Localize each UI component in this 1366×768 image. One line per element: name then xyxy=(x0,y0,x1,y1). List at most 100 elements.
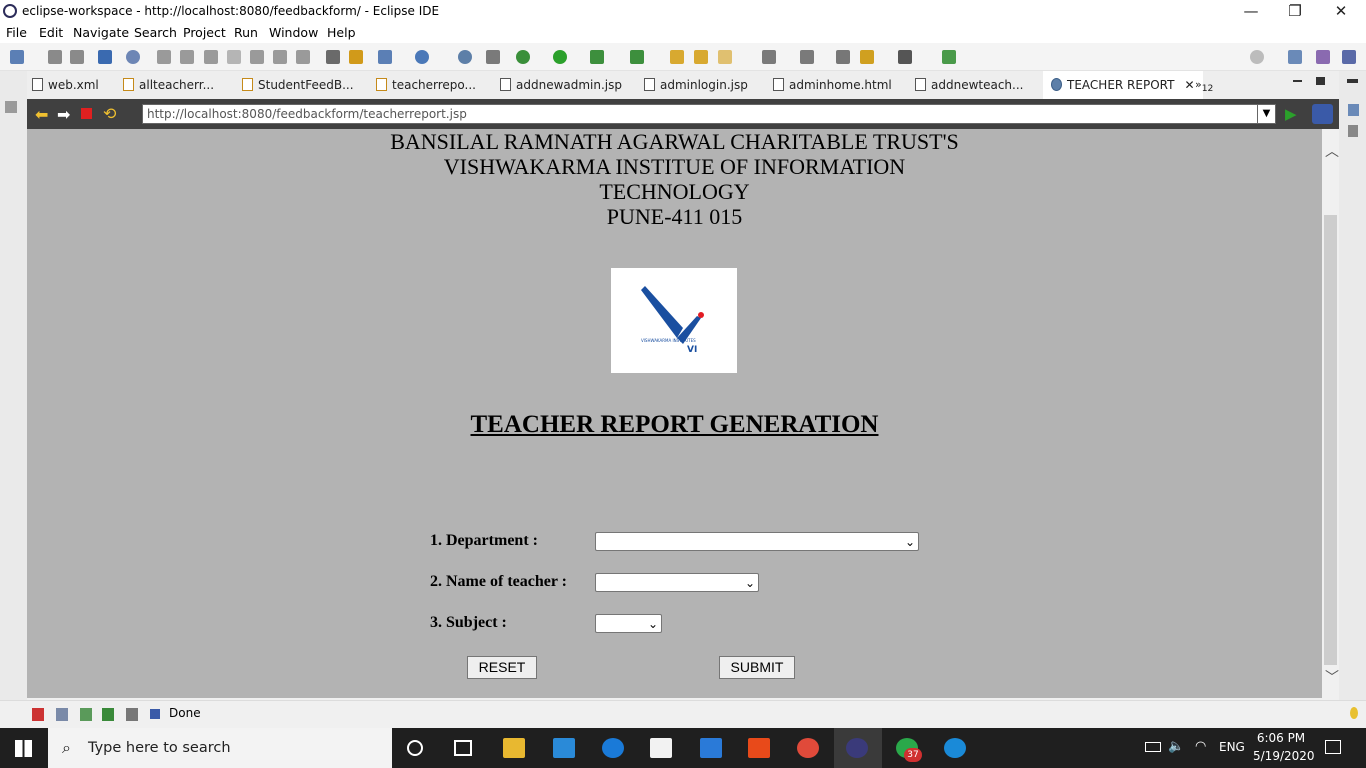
tab-addnewadmin[interactable]: addnewadmin.jsp xyxy=(500,71,622,99)
menu-file[interactable]: File xyxy=(6,25,27,40)
debug-icon[interactable] xyxy=(516,50,530,64)
windows-start-icon[interactable] xyxy=(15,740,32,757)
outline-view-icon[interactable] xyxy=(1348,104,1359,116)
java-ee-perspective-icon[interactable] xyxy=(1316,50,1330,64)
store-icon[interactable] xyxy=(553,738,575,758)
scroll-down-icon[interactable]: ﹀ xyxy=(1325,667,1339,687)
open-task-icon[interactable] xyxy=(326,50,340,64)
status-git-icon[interactable] xyxy=(102,708,114,721)
notifications-icon[interactable] xyxy=(1325,740,1341,754)
minimize-button[interactable]: — xyxy=(1228,0,1274,23)
spring-icon[interactable] xyxy=(415,50,429,64)
minimize-editor-icon[interactable] xyxy=(1293,80,1302,82)
step-return-icon[interactable] xyxy=(296,50,310,64)
taskbar-search-input[interactable]: ⌕ Type here to search xyxy=(48,728,392,768)
back-icon[interactable]: ⬅ xyxy=(35,105,48,124)
save-all-icon[interactable] xyxy=(70,50,84,64)
annotation-icon[interactable] xyxy=(800,50,814,64)
language-indicator[interactable]: ENG xyxy=(1219,740,1245,754)
open-type-icon[interactable] xyxy=(694,50,708,64)
next-annotation-icon[interactable] xyxy=(349,50,363,64)
battery-icon[interactable] xyxy=(1145,742,1161,752)
reset-button[interactable]: RESET xyxy=(467,656,537,679)
volume-icon[interactable]: 🔈 xyxy=(1168,739,1184,754)
menu-navigate[interactable]: Navigate xyxy=(73,25,129,40)
tab-allteacherreport[interactable]: allteacherr... xyxy=(123,71,214,99)
last-edit-icon[interactable] xyxy=(762,50,776,64)
refresh-icon[interactable]: ⟲ xyxy=(103,104,116,123)
tab-overflow[interactable]: »12 xyxy=(1195,71,1213,99)
task-view-icon[interactable] xyxy=(454,740,472,756)
terminate-icon[interactable] xyxy=(204,50,218,64)
tab-studentfeedback[interactable]: StudentFeedB... xyxy=(242,71,354,99)
restore-button[interactable]: ❐ xyxy=(1272,0,1318,23)
tip-lightbulb-icon[interactable] xyxy=(1350,707,1358,719)
department-select[interactable]: ⌄ xyxy=(595,532,919,551)
clock-date[interactable]: 5/19/2020 xyxy=(1253,749,1315,763)
menu-search[interactable]: Search xyxy=(134,25,177,40)
restore-view-icon[interactable] xyxy=(5,101,17,113)
pen-icon[interactable] xyxy=(718,50,732,64)
disconnect-icon[interactable] xyxy=(227,50,241,64)
file-explorer-icon[interactable] xyxy=(503,738,525,758)
open-folder-icon[interactable] xyxy=(670,50,684,64)
cortana-icon[interactable] xyxy=(407,740,423,756)
tab-teacher-report-browser[interactable]: TEACHER REPORT ✕ xyxy=(1043,71,1203,99)
status-properties-icon[interactable] xyxy=(126,708,138,721)
menu-window[interactable]: Window xyxy=(269,25,318,40)
tab-adminlogin[interactable]: adminlogin.jsp xyxy=(644,71,748,99)
search-tool-icon[interactable] xyxy=(486,50,500,64)
status-trim-icon[interactable] xyxy=(32,708,44,721)
submit-button[interactable]: SUBMIT xyxy=(719,656,795,679)
eclipse-icon[interactable] xyxy=(846,738,868,758)
status-servers-icon[interactable] xyxy=(56,708,68,721)
tab-close-icon[interactable]: ✕ xyxy=(1184,78,1194,92)
coverage-icon[interactable] xyxy=(590,50,604,64)
menu-project[interactable]: Project xyxy=(183,25,226,40)
browser-menu-icon[interactable] xyxy=(1312,104,1333,124)
console-icon[interactable] xyxy=(98,50,112,64)
edge-icon[interactable] xyxy=(602,738,624,758)
tab-addnewteacher[interactable]: addnewteach... xyxy=(915,71,1023,99)
external-tools-icon[interactable] xyxy=(630,50,644,64)
mail-icon[interactable] xyxy=(700,738,722,758)
go-icon[interactable]: ▶ xyxy=(1285,105,1297,123)
tab-teacherreport[interactable]: teacherrepo... xyxy=(376,71,476,99)
microsoft-store-icon[interactable] xyxy=(650,738,672,758)
chrome-icon[interactable] xyxy=(797,738,819,758)
search-icon[interactable] xyxy=(1250,50,1264,64)
back-arrow-icon[interactable] xyxy=(860,50,874,64)
forward-icon[interactable]: ➡ xyxy=(57,105,70,124)
maximize-editor-icon[interactable] xyxy=(1316,77,1325,85)
save-icon[interactable] xyxy=(48,50,62,64)
step-over-icon[interactable] xyxy=(273,50,287,64)
url-dropdown-icon[interactable]: ▼ xyxy=(1257,104,1276,124)
status-problems-icon[interactable] xyxy=(80,708,92,721)
suspend-icon[interactable] xyxy=(180,50,194,64)
url-input[interactable]: http://localhost:8080/feedbackform/teach… xyxy=(142,104,1276,124)
tab-web-xml[interactable]: web.xml xyxy=(32,71,99,99)
new-server-icon[interactable] xyxy=(378,50,392,64)
open-perspective-icon[interactable] xyxy=(1288,50,1302,64)
teacher-select[interactable]: ⌄ xyxy=(595,573,759,592)
scroll-up-icon[interactable]: ︿ xyxy=(1325,141,1339,161)
minimize-view-icon[interactable] xyxy=(1347,79,1358,83)
menu-help[interactable]: Help xyxy=(327,25,356,40)
tab-adminhome[interactable]: adminhome.html xyxy=(773,71,892,99)
office-icon[interactable] xyxy=(748,738,770,758)
perspective-icon[interactable] xyxy=(942,50,956,64)
clock-time[interactable]: 6:06 PM xyxy=(1255,731,1307,745)
forward-arrow-icon[interactable] xyxy=(898,50,912,64)
menu-edit[interactable]: Edit xyxy=(39,25,63,40)
stop-icon[interactable] xyxy=(81,108,92,119)
step-into-icon[interactable] xyxy=(250,50,264,64)
task-list-icon[interactable] xyxy=(1348,125,1358,137)
run-icon[interactable] xyxy=(553,50,567,64)
subject-select[interactable]: ⌄ xyxy=(595,614,662,633)
debug-perspective-icon[interactable] xyxy=(1342,50,1356,64)
skip-breakpoints-icon[interactable] xyxy=(126,50,140,64)
back-history-icon[interactable] xyxy=(836,50,850,64)
remote-tool-icon[interactable] xyxy=(944,738,966,758)
wifi-icon[interactable]: ◠ xyxy=(1195,739,1206,754)
menu-run[interactable]: Run xyxy=(234,25,258,40)
